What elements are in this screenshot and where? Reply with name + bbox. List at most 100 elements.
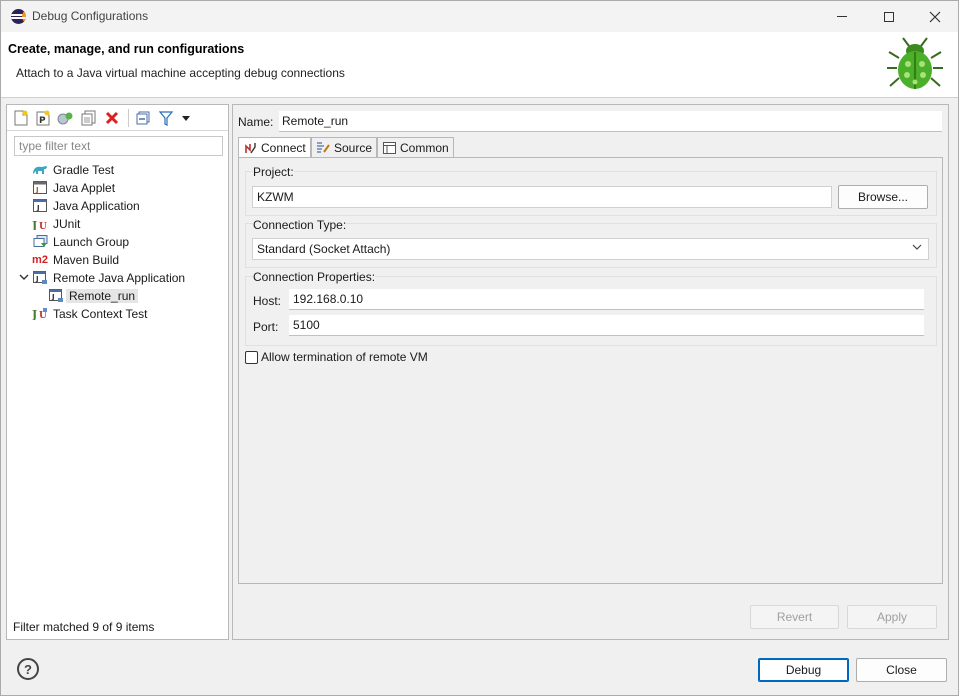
configurations-toolbar: P	[7, 105, 228, 131]
collapse-all-icon	[136, 111, 150, 125]
svg-text:U: U	[39, 222, 47, 230]
minimize-button[interactable]	[819, 1, 865, 32]
tree-item-maven-build[interactable]: m2 Maven Build	[32, 251, 119, 268]
new-prototype-button[interactable]: P	[35, 110, 51, 126]
connect-icon	[243, 141, 257, 155]
connection-properties-label: Connection Properties:	[253, 270, 376, 284]
view-menu-icon	[182, 116, 190, 121]
project-group-label: Project:	[253, 165, 294, 179]
task-context-icon: JU	[32, 307, 48, 321]
tree-item-label: Launch Group	[53, 234, 130, 249]
export-button[interactable]	[57, 110, 73, 126]
allow-termination-label: Allow termination of remote VM	[261, 350, 428, 364]
eclipse-icon	[11, 9, 26, 24]
dialog-message: Attach to a Java virtual machine accepti…	[16, 66, 345, 80]
close-window-button[interactable]	[912, 1, 958, 32]
svg-text:J: J	[35, 275, 39, 283]
tree-item-label: Task Context Test	[53, 306, 148, 321]
common-icon	[382, 141, 396, 155]
connect-tab-content: Project: KZWM Browse... Connection Type:…	[238, 157, 943, 584]
svg-text:J: J	[51, 293, 55, 301]
maximize-icon	[884, 11, 894, 22]
configurations-panel: P type filter text Gradle Test J Java Ap…	[6, 104, 229, 640]
tree-item-label: Maven Build	[53, 252, 120, 267]
debug-configurations-window: Debug Configurations Create, manage, and…	[0, 0, 959, 696]
chevron-down-icon	[912, 242, 922, 254]
tree-item-label: Remote Java Application	[53, 270, 186, 285]
svg-text:J: J	[35, 186, 39, 194]
toolbar-separator	[128, 109, 129, 127]
host-field[interactable]: 192.168.0.10	[289, 289, 924, 310]
svg-text:P: P	[39, 116, 46, 126]
junit-icon: JU	[32, 217, 48, 231]
tab-label: Common	[400, 140, 449, 155]
tab-connect[interactable]: Connect	[238, 137, 311, 158]
new-launch-configuration-icon	[14, 110, 28, 126]
duplicate-button[interactable]	[80, 110, 96, 126]
apply-button[interactable]: Apply	[847, 605, 937, 629]
filter-icon	[159, 110, 173, 126]
tree-item-gradle-test[interactable]: Gradle Test	[32, 161, 114, 178]
tree-item-label: Java Application	[53, 198, 140, 213]
dialog-title: Create, manage, and run configurations	[8, 42, 245, 56]
browse-button[interactable]: Browse...	[838, 185, 928, 209]
new-launch-configuration-button[interactable]	[13, 110, 29, 126]
tree-item-label: Gradle Test	[53, 162, 115, 177]
title-bar: Debug Configurations	[1, 1, 958, 32]
revert-button[interactable]: Revert	[750, 605, 839, 629]
bug-icon	[887, 37, 943, 89]
help-icon[interactable]: ?	[17, 658, 39, 680]
tree-item-task-context-test[interactable]: JU Task Context Test	[32, 305, 148, 322]
dialog-header: Create, manage, and run configurations A…	[1, 32, 958, 98]
configuration-editor: Name: Remote_run Connect Source Common P…	[232, 104, 949, 640]
gradle-icon	[32, 163, 48, 177]
duplicate-icon	[81, 110, 95, 126]
filter-status: Filter matched 9 of 9 items	[13, 620, 155, 634]
view-menu-button[interactable]	[178, 110, 194, 126]
name-label: Name:	[238, 115, 274, 129]
tab-label: Connect	[261, 141, 306, 155]
remote-java-icon: J	[32, 270, 48, 285]
allow-termination-checkbox[interactable]	[245, 351, 258, 364]
connection-type-dropdown[interactable]: Standard (Socket Attach)	[252, 238, 929, 260]
svg-text:U: U	[39, 311, 47, 320]
tree-item-launch-group[interactable]: Launch Group	[32, 233, 129, 250]
remote-run-icon: J	[48, 288, 64, 303]
tree-item-label: Remote_run	[66, 288, 139, 303]
close-icon	[929, 11, 941, 22]
maven-icon: m2	[32, 253, 48, 266]
name-input[interactable]: Remote_run	[279, 111, 942, 132]
tree-item-remote-java-application[interactable]: J Remote Java Application	[32, 269, 185, 286]
close-button[interactable]: Close	[856, 658, 947, 682]
new-prototype-icon: P	[36, 110, 50, 126]
java-applet-icon: J	[32, 181, 48, 195]
tree-item-remote-run[interactable]: J Remote_run	[48, 287, 139, 304]
delete-button[interactable]	[104, 110, 120, 126]
svg-text:J: J	[36, 204, 40, 212]
chevron-down-icon[interactable]	[19, 273, 29, 284]
debug-button[interactable]: Debug	[758, 658, 849, 682]
filter-button[interactable]	[158, 110, 174, 126]
filter-input[interactable]: type filter text	[14, 136, 223, 156]
tree-item-java-applet[interactable]: J Java Applet	[32, 179, 115, 196]
tab-common[interactable]: Common	[377, 137, 454, 157]
export-icon	[57, 112, 73, 125]
tree-item-java-application[interactable]: J Java Application	[32, 197, 140, 214]
tab-source[interactable]: Source	[311, 137, 377, 157]
tab-label: Source	[334, 140, 373, 155]
connection-type-label: Connection Type:	[253, 218, 347, 232]
project-field[interactable]: KZWM	[252, 186, 832, 208]
tree-item-label: JUnit	[53, 216, 81, 231]
delete-icon	[105, 111, 119, 125]
tree-item-junit[interactable]: JU JUnit	[32, 215, 80, 232]
svg-text:J: J	[32, 219, 37, 230]
launch-group-icon	[32, 235, 48, 249]
collapse-all-button[interactable]	[135, 110, 151, 126]
connection-type-value: Standard (Socket Attach)	[257, 242, 391, 256]
port-label: Port:	[253, 320, 279, 334]
maximize-button[interactable]	[866, 1, 912, 32]
port-field[interactable]: 5100	[289, 315, 924, 336]
tree-item-label: Java Applet	[53, 180, 116, 195]
java-application-icon: J	[32, 199, 48, 213]
window-title: Debug Configurations	[32, 9, 149, 23]
